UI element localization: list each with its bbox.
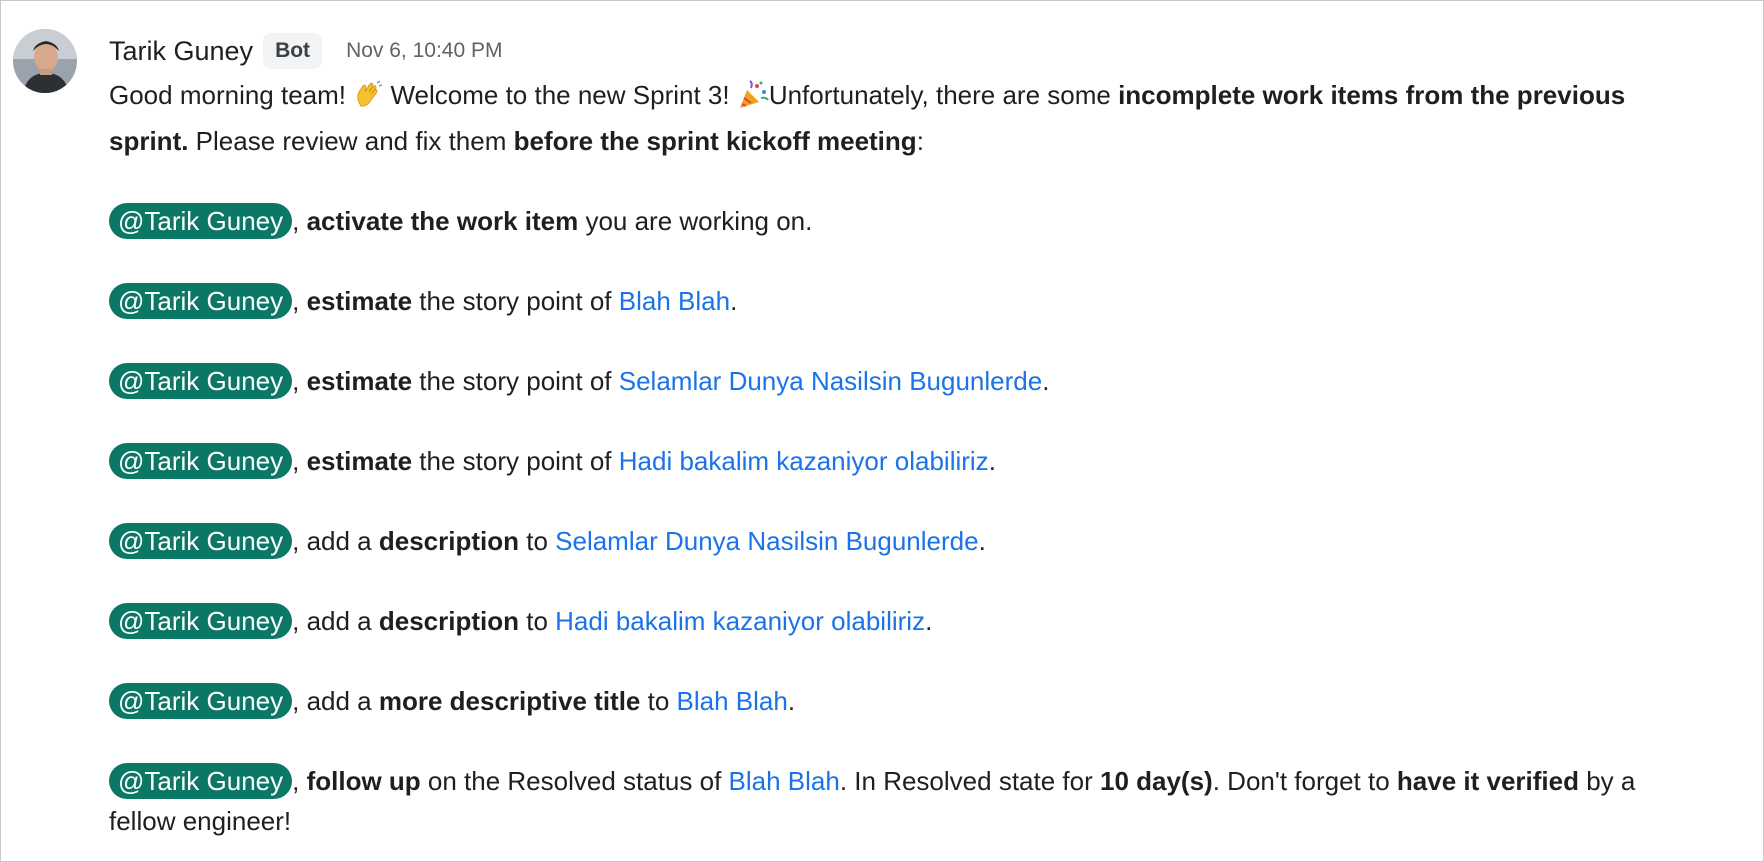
list-item: @Tarik Guney, add a more descriptive tit… — [109, 681, 1709, 721]
user-mention-chip[interactable]: @Tarik Guney — [109, 203, 293, 239]
item-text: , add a — [292, 526, 379, 556]
party-popper-icon — [737, 80, 769, 121]
message-body: Good morning team! Welcome to the new Sp… — [109, 75, 1709, 841]
item-text: you are working on. — [578, 206, 813, 236]
item-bold: estimate — [306, 366, 413, 396]
avatar[interactable] — [13, 29, 77, 93]
list-item: @Tarik Guney, add a description to Hadi … — [109, 601, 1709, 641]
intro-bold: before the sprint kickoff meeting — [513, 126, 917, 156]
user-mention-chip[interactable]: @Tarik Guney — [109, 763, 293, 799]
intro-text: Unfortunately, there are some — [768, 80, 1119, 110]
item-bold: estimate — [306, 446, 413, 476]
work-item-link[interactable]: Hadi bakalim kazaniyor olabiliriz — [619, 446, 989, 476]
list-item: @Tarik Guney, estimate the story point o… — [109, 441, 1709, 481]
user-mention-chip[interactable]: @Tarik Guney — [109, 363, 293, 399]
work-item-link[interactable]: Blah Blah — [677, 686, 788, 716]
item-text: the story point of — [412, 286, 619, 316]
item-text: , — [292, 446, 307, 476]
intro-text: Welcome to the new Sprint 3! — [383, 80, 737, 110]
item-text: . — [925, 606, 933, 636]
work-item-link[interactable]: Selamlar Dunya Nasilsin Bugunlerde — [555, 526, 978, 556]
item-text: , — [292, 766, 307, 796]
item-text: . — [730, 286, 738, 316]
item-text: . — [988, 446, 996, 476]
item-text: , — [292, 286, 307, 316]
item-text: , — [292, 206, 307, 236]
item-text: . — [978, 526, 986, 556]
item-bold: 10 day(s) — [1099, 766, 1213, 796]
sender-name[interactable]: Tarik Guney — [109, 36, 253, 67]
waving-hand-icon — [353, 80, 383, 121]
user-mention-chip[interactable]: @Tarik Guney — [109, 443, 293, 479]
item-bold: have it verified — [1396, 766, 1579, 796]
work-item-link[interactable]: Blah Blah — [619, 286, 730, 316]
item-text: . — [1042, 366, 1050, 396]
list-item: @Tarik Guney, estimate the story point o… — [109, 281, 1709, 321]
user-avatar-photo-icon — [13, 29, 77, 93]
item-text: to — [640, 686, 677, 716]
work-item-link[interactable]: Selamlar Dunya Nasilsin Bugunlerde — [619, 366, 1042, 396]
chat-message-card: Tarik Guney Bot Nov 6, 10:40 PM Good mor… — [0, 0, 1764, 862]
intro-paragraph: Good morning team! Welcome to the new Sp… — [109, 75, 1709, 161]
item-bold: follow up — [306, 766, 421, 796]
item-text: , — [292, 366, 307, 396]
item-text: on the Resolved status of — [420, 766, 729, 796]
user-mention-chip[interactable]: @Tarik Guney — [109, 283, 293, 319]
list-item: @Tarik Guney, estimate the story point o… — [109, 361, 1709, 401]
list-item: @Tarik Guney, follow up on the Resolved … — [109, 761, 1709, 841]
item-bold: more descriptive title — [378, 686, 641, 716]
bot-badge: Bot — [263, 33, 323, 69]
work-item-link[interactable]: Hadi bakalim kazaniyor olabiliriz — [555, 606, 925, 636]
list-item: @Tarik Guney, activate the work item you… — [109, 201, 1709, 241]
intro-text: Please review and fix them — [188, 126, 514, 156]
user-mention-chip[interactable]: @Tarik Guney — [109, 523, 293, 559]
intro-text: Good morning team! — [109, 80, 354, 110]
item-bold: activate the work item — [306, 206, 579, 236]
item-bold: description — [378, 526, 519, 556]
intro-text: : — [916, 126, 924, 156]
item-text: . Don't forget to — [1212, 766, 1397, 796]
item-text: the story point of — [412, 446, 619, 476]
item-text: , add a — [292, 606, 379, 636]
item-text: . In Resolved state for — [839, 766, 1100, 796]
item-text: , add a — [292, 686, 379, 716]
item-bold: estimate — [306, 286, 413, 316]
message-header: Tarik Guney Bot Nov 6, 10:40 PM — [109, 31, 1709, 71]
work-item-link[interactable]: Blah Blah — [729, 766, 840, 796]
item-text: to — [519, 526, 556, 556]
item-text: to — [519, 606, 556, 636]
list-item: @Tarik Guney, add a description to Selam… — [109, 521, 1709, 561]
message-timestamp: Nov 6, 10:40 PM — [346, 39, 503, 62]
user-mention-chip[interactable]: @Tarik Guney — [109, 683, 293, 719]
item-bold: description — [378, 606, 519, 636]
item-text: . — [787, 686, 796, 716]
user-mention-chip[interactable]: @Tarik Guney — [109, 603, 293, 639]
message-container: Tarik Guney Bot Nov 6, 10:40 PM Good mor… — [109, 31, 1709, 841]
item-text: the story point of — [412, 366, 619, 396]
